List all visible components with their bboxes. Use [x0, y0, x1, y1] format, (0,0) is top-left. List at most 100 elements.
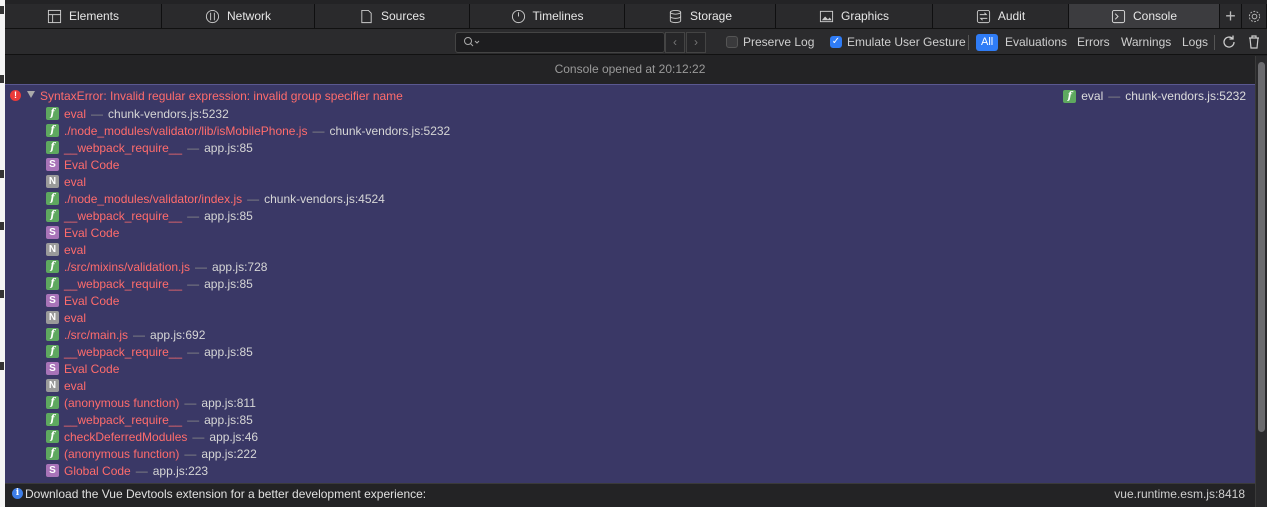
settings-button[interactable] [1242, 4, 1267, 28]
level-errors-button[interactable]: Errors [1077, 35, 1110, 49]
reload-icon[interactable] [1221, 34, 1237, 50]
emulate-gesture-label: Emulate User Gesture [847, 35, 966, 49]
frame-location-link[interactable]: chunk-vendors.js:4524 [264, 192, 385, 206]
stack-frame[interactable]: f __webpack_require__ — app.js:85 [46, 343, 450, 360]
stack-frame[interactable]: S Eval Code [46, 292, 450, 309]
frame-function-name: ./src/main.js [64, 327, 129, 342]
tab-network[interactable]: Network [162, 4, 315, 28]
divider [1214, 35, 1215, 50]
stack-frame[interactable]: f __webpack_require__ — app.js:85 [46, 139, 450, 156]
frame-location-link[interactable]: app.js:85 [204, 277, 253, 291]
stack-frame[interactable]: f __webpack_require__ — app.js:85 [46, 275, 450, 292]
stack-frame[interactable]: S Eval Code [46, 156, 450, 173]
frame-function-name: eval [64, 106, 87, 121]
chevron-left-icon: ‹ [673, 35, 677, 49]
stack-frame[interactable]: f ./src/mixins/validation.js — app.js:728 [46, 258, 450, 275]
console-opened-message: Console opened at 20:12:22 [554, 62, 706, 76]
stack-frame[interactable]: Neval [46, 241, 450, 258]
stack-frame[interactable]: f (anonymous function) — app.js:222 [46, 445, 450, 462]
frame-function-name: checkDeferredModules [64, 429, 188, 444]
frame-location-link[interactable]: app.js:728 [212, 260, 267, 274]
frame-location-link[interactable]: app.js:222 [201, 447, 256, 461]
separator-dash: — [187, 412, 200, 427]
checkmark-icon: ✓ [831, 36, 841, 47]
frame-function-name: ./node_modules/validator/index.js [64, 191, 243, 206]
previous-match-button[interactable]: ‹ [665, 32, 685, 53]
stack-frame[interactable]: f __webpack_require__ — app.js:85 [46, 411, 450, 428]
tab-graphics[interactable]: Graphics [776, 4, 933, 28]
function-icon: f [46, 413, 59, 426]
frame-function-name: Eval Code [64, 157, 120, 172]
tab-label: Elements [68, 9, 120, 23]
error-message-block[interactable]: ! SyntaxError: Invalid regular expressio… [5, 84, 1255, 507]
graphics-icon [819, 10, 834, 22]
frame-location-link[interactable]: app.js:85 [204, 413, 253, 427]
tab-storage[interactable]: Storage [625, 4, 776, 28]
level-logs-button[interactable]: Logs [1182, 35, 1208, 49]
script-icon: S [46, 362, 59, 375]
frame-location-link[interactable]: app.js:85 [204, 209, 253, 223]
function-icon: f [46, 107, 59, 120]
stack-frame[interactable]: S Eval Code [46, 360, 450, 377]
add-tab-button[interactable]: + [1220, 4, 1242, 28]
script-icon: S [46, 226, 59, 239]
next-match-button[interactable]: › [686, 32, 706, 53]
preserve-log-checkbox[interactable] [726, 36, 738, 48]
separator-dash: — [195, 259, 208, 274]
stack-frame[interactable]: f (anonymous function) — app.js:811 [46, 394, 450, 411]
trash-icon[interactable] [1247, 34, 1261, 50]
filter-bar: ‹ › Preserve Log ✓ Emulate User Gesture … [5, 28, 1267, 55]
scrollbar-thumb[interactable] [1258, 62, 1265, 432]
function-icon: f [46, 124, 59, 137]
stack-frame[interactable]: f ./node_modules/validator/lib/isMobilePh… [46, 122, 450, 139]
frame-function-name: Global Code [64, 463, 131, 478]
frame-function-name: (anonymous function) [64, 446, 180, 461]
tab-label: Console [1132, 9, 1178, 23]
stack-frame[interactable]: S Global Code — app.js:223 [46, 462, 450, 479]
emulate-gesture-checkbox[interactable]: ✓ [830, 36, 842, 48]
frame-location-link[interactable]: app.js:46 [209, 430, 258, 444]
stack-frame[interactable]: f __webpack_require__ — app.js:85 [46, 207, 450, 224]
info-source-link[interactable]: vue.runtime.esm.js:8418 [1114, 487, 1245, 501]
stack-frame[interactable]: f checkDeferredModules — app.js:46 [46, 428, 450, 445]
function-icon: f [46, 328, 59, 341]
function-icon: f [46, 260, 59, 273]
separator-dash: — [187, 276, 200, 291]
frame-function-name: ./src/mixins/validation.js [64, 259, 191, 274]
separator-dash: — [312, 123, 325, 138]
separator-dash: — [192, 429, 205, 444]
tab-label: Graphics [840, 9, 890, 23]
filter-search-input[interactable] [455, 32, 665, 53]
frame-location-link[interactable]: app.js:692 [150, 328, 205, 342]
frame-location-link[interactable]: chunk-vendors.js:5232 [329, 124, 450, 138]
stack-frame[interactable]: S Eval Code [46, 224, 450, 241]
frame-function-name: Eval Code [64, 361, 120, 376]
stack-frame[interactable]: f eval — chunk-vendors.js:5232 [46, 105, 450, 122]
frame-location-link[interactable]: app.js:85 [204, 345, 253, 359]
error-source-link[interactable]: f eval — chunk-vendors.js:5232 [1063, 89, 1246, 103]
disclosure-triangle-icon[interactable] [27, 91, 35, 98]
frame-location-link[interactable]: app.js:223 [153, 464, 208, 478]
stack-frame[interactable]: Neval [46, 309, 450, 326]
level-evaluations-button[interactable]: Evaluations [1005, 35, 1067, 49]
function-icon: f [46, 141, 59, 154]
tab-console[interactable]: Console [1069, 4, 1220, 28]
tab-audit[interactable]: Audit [933, 4, 1069, 28]
stack-frame[interactable]: Neval [46, 377, 450, 394]
stack-frame[interactable]: Neval [46, 173, 450, 190]
stack-frame[interactable]: f ./src/main.js — app.js:692 [46, 326, 450, 343]
script-icon: S [46, 294, 59, 307]
frame-location-link[interactable]: app.js:85 [204, 141, 253, 155]
frame-location-link[interactable]: app.js:811 [201, 396, 256, 410]
timelines-icon [511, 9, 525, 23]
tab-sources[interactable]: Sources [315, 4, 470, 28]
console-scrollbar[interactable] [1255, 56, 1267, 507]
tab-elements[interactable]: Elements [5, 4, 162, 28]
stack-frame[interactable]: f ./node_modules/validator/index.js — chunk… [46, 190, 450, 207]
frame-location-link[interactable]: chunk-vendors.js:5232 [108, 107, 229, 121]
error-header[interactable]: ! SyntaxError: Invalid regular expressio… [5, 87, 1255, 104]
separator-dash: — [247, 191, 260, 206]
tab-timelines[interactable]: Timelines [470, 4, 625, 28]
level-all-button[interactable]: All [976, 34, 999, 51]
level-warnings-button[interactable]: Warnings [1121, 35, 1171, 49]
